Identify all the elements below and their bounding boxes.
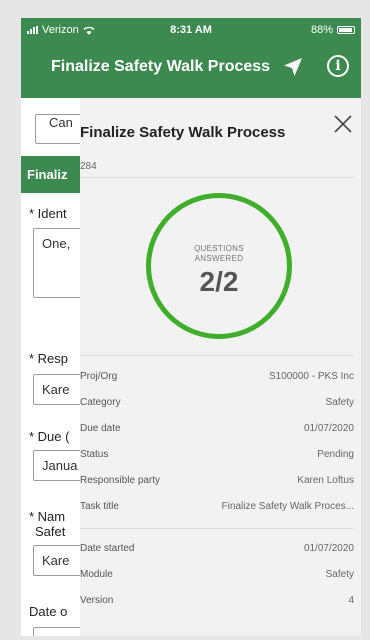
progress-label-line-2: ANSWERED — [194, 254, 244, 263]
divider — [80, 528, 354, 529]
panel-title: Finalize Safety Walk Process — [80, 124, 286, 141]
meta-key: Date started — [80, 543, 135, 554]
meta-value: 01/07/2020 — [303, 543, 354, 554]
date-label: Date o — [29, 604, 68, 619]
name-label: * Nam — [29, 509, 66, 524]
meta-row-version: Version 4 — [80, 595, 354, 611]
name-label-line-2: Safet — [35, 524, 66, 539]
battery-icon — [337, 26, 355, 34]
detail-value: Safety — [325, 397, 354, 408]
page-title: Finalize Safety Walk Process — [51, 58, 271, 75]
detail-value: S100000 - PKS Inc — [268, 371, 354, 382]
detail-row-due-date: Due date 01/07/2020 — [80, 423, 354, 439]
status-bar: Verizon 8:31 AM 88% — [21, 18, 361, 40]
panel-record-id: 284 — [80, 161, 97, 172]
detail-row-status: Status Pending — [80, 449, 354, 465]
detail-value: 01/07/2020 — [303, 423, 354, 434]
meta-value: 4 — [348, 595, 354, 606]
detail-key: Task title — [80, 501, 119, 512]
divider — [80, 355, 354, 356]
progress-label-line-1: QUESTIONS — [194, 244, 244, 253]
header-title-row: Finalize Safety Walk Process i — [21, 54, 361, 80]
responsible-label: * Resp — [29, 351, 69, 366]
phone-screen: Verizon 8:31 AM 88% Finalize Safety Walk… — [21, 18, 361, 636]
detail-key: Status — [80, 449, 109, 460]
details-panel: Finalize Safety Walk Process 284 QUESTIO… — [80, 98, 361, 636]
status-right: 88% — [311, 24, 355, 36]
meta-value: Safety — [325, 569, 354, 580]
detail-key: Proj/Org — [80, 371, 118, 382]
divider — [80, 177, 354, 178]
battery-percent: 88% — [310, 24, 333, 36]
detail-key: Responsible party — [80, 475, 161, 486]
close-icon[interactable] — [333, 114, 353, 134]
meta-row-date-started: Date started 01/07/2020 — [80, 543, 354, 559]
detail-key: Category — [80, 397, 121, 408]
detail-row-category: Category Safety — [80, 397, 354, 413]
progress-ring: QUESTIONS ANSWERED 2/2 — [146, 193, 292, 339]
meta-key: Module — [80, 569, 113, 580]
location-arrow-icon[interactable] — [282, 56, 304, 78]
info-icon[interactable]: i — [327, 55, 349, 77]
detail-row-task-title: Task title Finalize Safety Walk Proces..… — [80, 501, 354, 517]
progress-label: QUESTIONS ANSWERED — [151, 244, 287, 264]
identify-label: * Ident — [29, 206, 67, 221]
detail-row-responsible-party: Responsible party Karen Loftus — [80, 475, 354, 491]
detail-key: Due date — [80, 423, 121, 434]
detail-value: Finalize Safety Walk Proces... — [221, 501, 354, 512]
app-header: Verizon 8:31 AM 88% Finalize Safety Walk… — [21, 18, 361, 98]
due-label: * Due ( — [29, 429, 70, 444]
detail-row-proj-org: Proj/Org S100000 - PKS Inc — [80, 371, 354, 387]
progress-value: 2/2 — [199, 266, 239, 297]
meta-row-module: Module Safety — [80, 569, 354, 585]
detail-value: Karen Loftus — [297, 475, 354, 486]
meta-key: Version — [80, 595, 114, 606]
detail-value: Pending — [317, 449, 354, 460]
